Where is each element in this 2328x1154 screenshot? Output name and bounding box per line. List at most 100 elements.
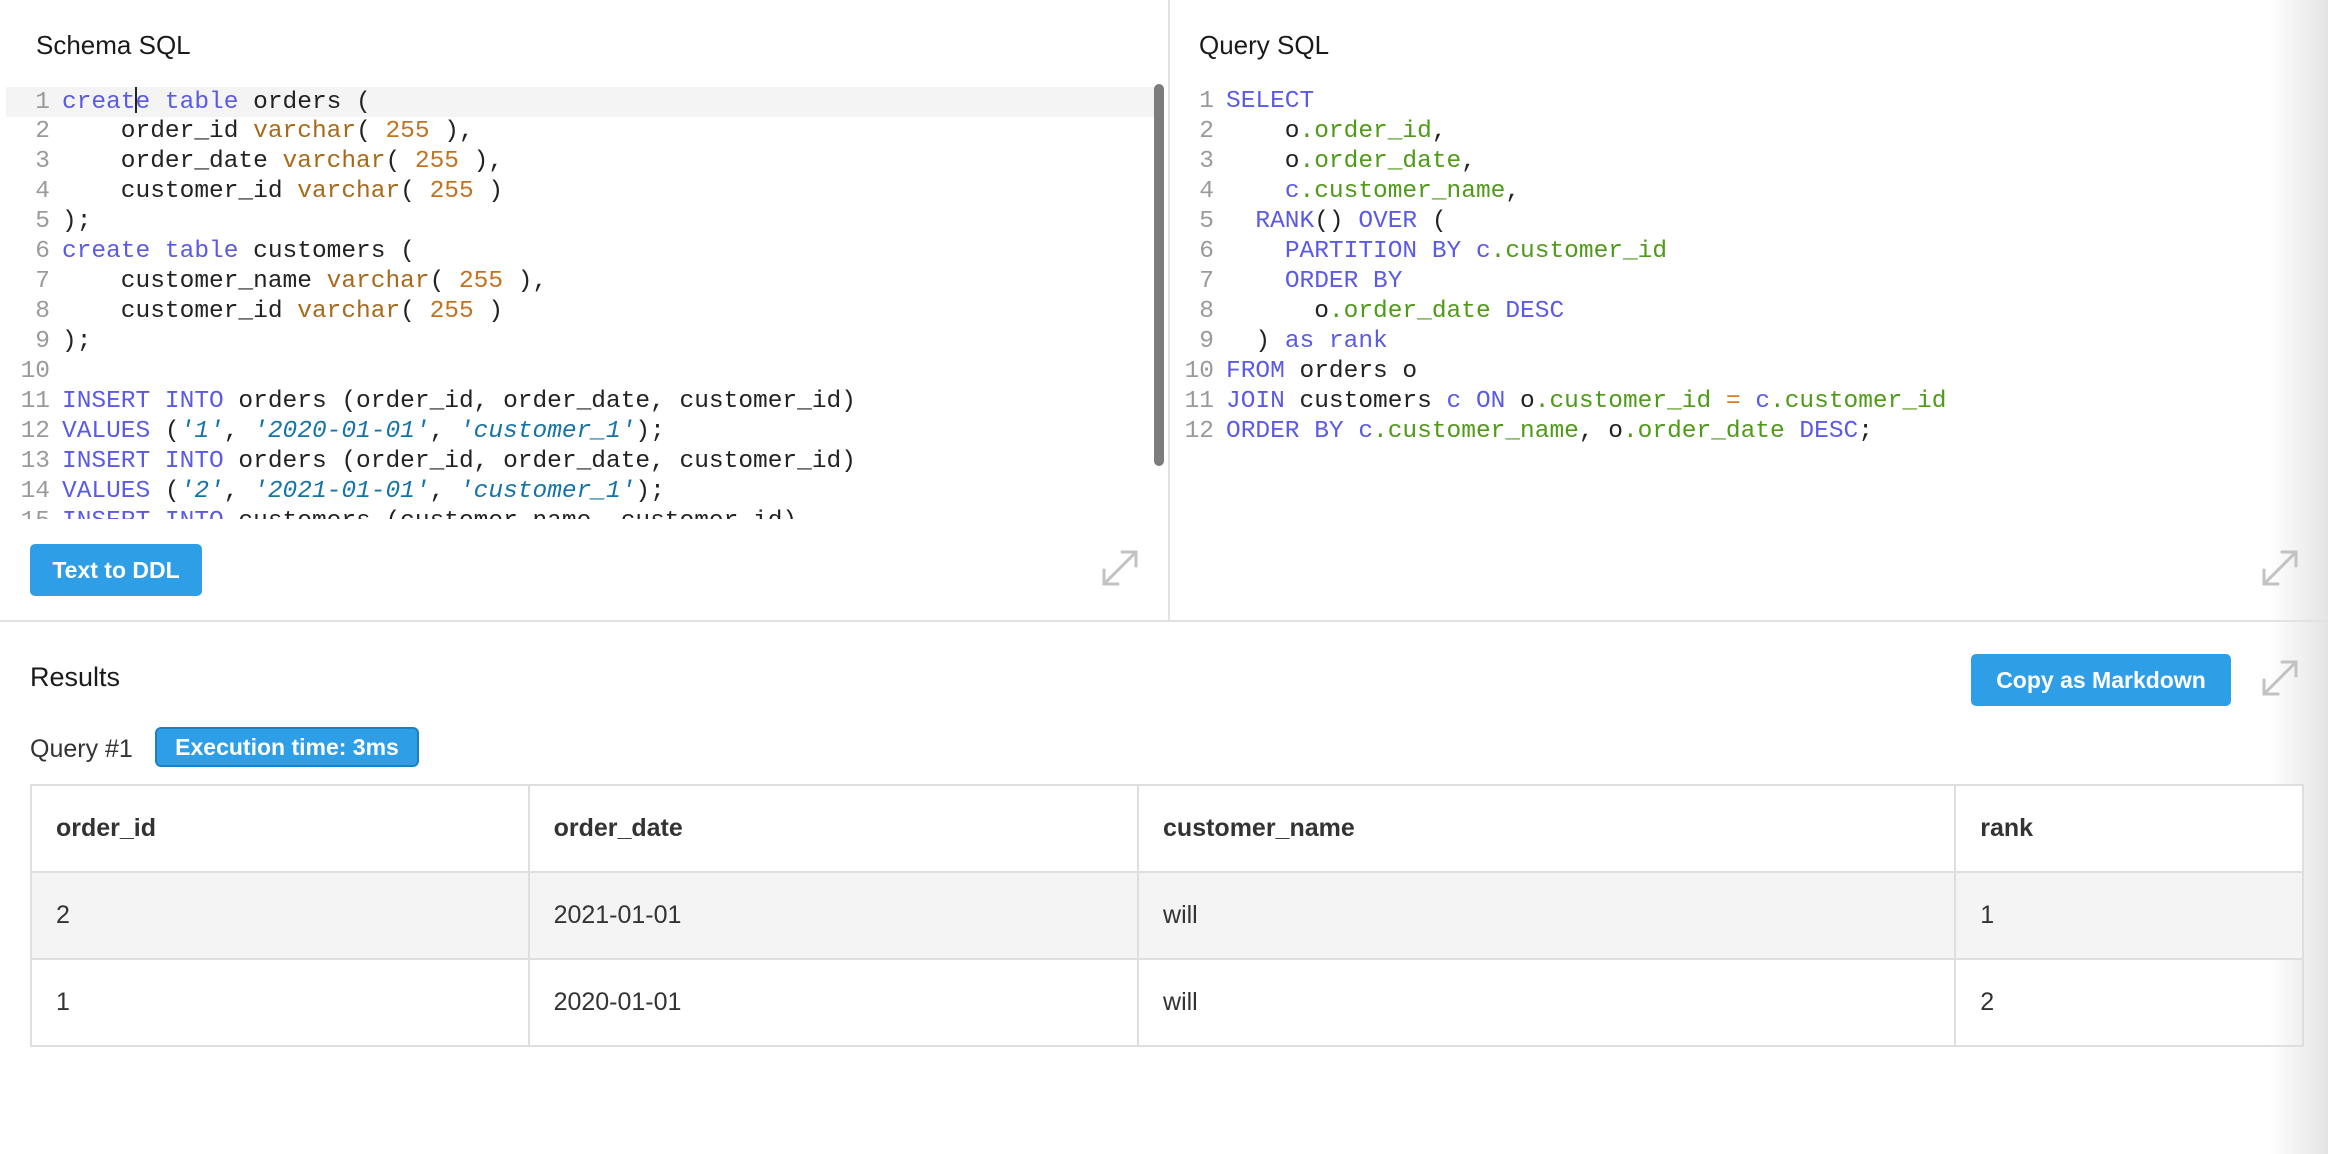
code-line[interactable]: 5); bbox=[6, 207, 1156, 237]
code-token: PARTITION BY bbox=[1284, 238, 1462, 265]
line-number: 5 bbox=[35, 208, 50, 235]
line-number: 13 bbox=[20, 448, 50, 475]
code-token: , bbox=[1505, 178, 1521, 205]
column-header: order_date bbox=[527, 784, 1140, 873]
results-title: Results bbox=[30, 662, 121, 692]
table-header-row: order_id order_date customer_name rank bbox=[30, 784, 2304, 873]
code-token: JOIN bbox=[1226, 388, 1285, 415]
code-token: RANK bbox=[1255, 208, 1315, 235]
code-token: c bbox=[1475, 238, 1491, 265]
code-token: 255 bbox=[385, 118, 430, 145]
code-token: o bbox=[1226, 148, 1300, 175]
code-line[interactable]: 3 o.order_date, bbox=[1170, 147, 2320, 177]
line-number: 7 bbox=[1199, 268, 1214, 295]
text-to-ddl-button[interactable]: Text to DDL bbox=[30, 544, 202, 596]
code-token: .order_date bbox=[1299, 148, 1462, 175]
code-line[interactable]: 6 create table customers ( bbox=[6, 237, 1156, 267]
code-token: ORDER BY bbox=[1284, 268, 1403, 295]
code-line[interactable]: 9); bbox=[6, 327, 1156, 357]
code-line[interactable]: 12 ORDER BY c.customer_name, o.order_date… bbox=[1170, 417, 2320, 447]
line-number: 3 bbox=[1199, 148, 1214, 175]
code-line[interactable]: 10 bbox=[6, 357, 1156, 387]
line-number: 2 bbox=[35, 118, 50, 145]
code-token: o bbox=[1226, 298, 1329, 325]
code-line[interactable]: 1 create table orders ( bbox=[6, 87, 1156, 117]
code-token: table bbox=[164, 238, 239, 265]
column-header: rank bbox=[1954, 784, 2304, 873]
code-token: , bbox=[1461, 148, 1476, 175]
code-line[interactable]: 3 order_date varchar( 255 ), bbox=[6, 147, 1156, 177]
code-token: 255 bbox=[414, 148, 459, 175]
table-row: 2 2021-01-01 will 1 bbox=[30, 871, 2304, 960]
code-token: ) bbox=[473, 298, 504, 325]
code-token: varchar bbox=[297, 178, 401, 205]
code-line[interactable]: 11 JOIN customers c ON o.customer_id = c.… bbox=[1170, 387, 2320, 417]
line-number: 1 bbox=[35, 89, 50, 116]
code-line[interactable]: 2 order_id varchar( 255 ), bbox=[6, 117, 1156, 147]
code-token: .customer_name bbox=[1299, 178, 1506, 205]
code-line[interactable]: 8 o.order_date DESC bbox=[1170, 297, 2320, 327]
table-cell: 2020-01-01 bbox=[527, 958, 1140, 1047]
code-token: create bbox=[62, 238, 151, 265]
expand-icon[interactable] bbox=[1098, 546, 1142, 590]
schema-code-editor[interactable]: 1 create table orders (2 order_id varchar… bbox=[6, 87, 1156, 519]
code-line[interactable]: 5 RANK() OVER ( bbox=[1170, 207, 2320, 237]
code-token: ( bbox=[429, 268, 459, 295]
line-number: 7 bbox=[35, 268, 50, 295]
code-line[interactable]: 13 INSERT INTO orders (order_id, order_da… bbox=[6, 447, 1156, 477]
code-line[interactable]: 2 o.order_id, bbox=[1170, 117, 2320, 147]
code-line[interactable]: 12 VALUES ('1', '2020-01-01', 'customer_1… bbox=[6, 417, 1156, 447]
code-line[interactable]: 4 customer_id varchar( 255 ) bbox=[6, 177, 1156, 207]
code-line[interactable]: 11 INSERT INTO orders (order_id, order_da… bbox=[6, 387, 1156, 417]
line-number: 15 bbox=[6, 507, 62, 519]
line-number: 1 bbox=[1199, 88, 1214, 115]
code-line[interactable]: 8 customer_id varchar( 255 ) bbox=[6, 297, 1156, 327]
code-line[interactable]: 7 ORDER BY bbox=[1170, 267, 2320, 297]
code-line[interactable]: 10 FROM orders o bbox=[1170, 357, 2320, 387]
code-token: .customer_name bbox=[1373, 418, 1579, 445]
code-token: customer_id bbox=[62, 178, 298, 205]
code-line[interactable]: 4 c.customer_name, bbox=[1170, 177, 2320, 207]
line-number: 8 bbox=[35, 298, 50, 325]
code-token: varchar bbox=[282, 148, 386, 175]
code-line[interactable]: 1 SELECT bbox=[1170, 87, 2320, 117]
line-number: 12 bbox=[1184, 418, 1214, 445]
code-token: customer_name bbox=[62, 268, 327, 295]
query-code-editor[interactable]: 1 SELECT 2 o.order_id, 3 o.order_date, 4 c.c… bbox=[1170, 87, 2320, 467]
code-token: , bbox=[223, 478, 254, 505]
schema-editor-scrollbar[interactable] bbox=[1154, 84, 1164, 466]
query-panel: Query SQL 1 SELECT 2 o.order_id, 3 o.order_… bbox=[1170, 0, 2328, 620]
code-token: .customer_id bbox=[1490, 238, 1668, 265]
query-label: Query #1 bbox=[30, 735, 133, 763]
copy-as-markdown-button[interactable]: Copy as Markdown bbox=[1971, 654, 2231, 706]
code-token: creat bbox=[62, 89, 136, 116]
code-line[interactable]: 9 ) as rank bbox=[1170, 327, 2320, 357]
code-token: ; bbox=[1858, 418, 1873, 445]
code-line[interactable]: 7 customer_name varchar( 255 ), bbox=[6, 267, 1156, 297]
code-token: orders (order_id, order_date, customer_i… bbox=[223, 388, 856, 415]
line-number: 11 bbox=[20, 388, 50, 415]
code-line[interactable]: 15INSERT INTO customers (customer_name, … bbox=[6, 507, 1156, 519]
code-token: c bbox=[1358, 418, 1374, 445]
code-token: '2' bbox=[179, 478, 224, 505]
code-token: ); bbox=[62, 208, 92, 235]
code-token: 255 bbox=[429, 178, 474, 205]
code-token: c bbox=[1446, 388, 1462, 415]
code-token: VALUES bbox=[62, 478, 151, 505]
line-number: 6 bbox=[1199, 238, 1214, 265]
code-line[interactable]: 6 PARTITION BY c.customer_id bbox=[1170, 237, 2320, 267]
expand-icon[interactable] bbox=[2258, 546, 2302, 590]
code-token: , bbox=[1431, 118, 1447, 145]
code-line[interactable]: 14 VALUES ('2', '2021-01-01', 'customer_1… bbox=[6, 477, 1156, 507]
expand-icon[interactable] bbox=[2258, 656, 2302, 700]
